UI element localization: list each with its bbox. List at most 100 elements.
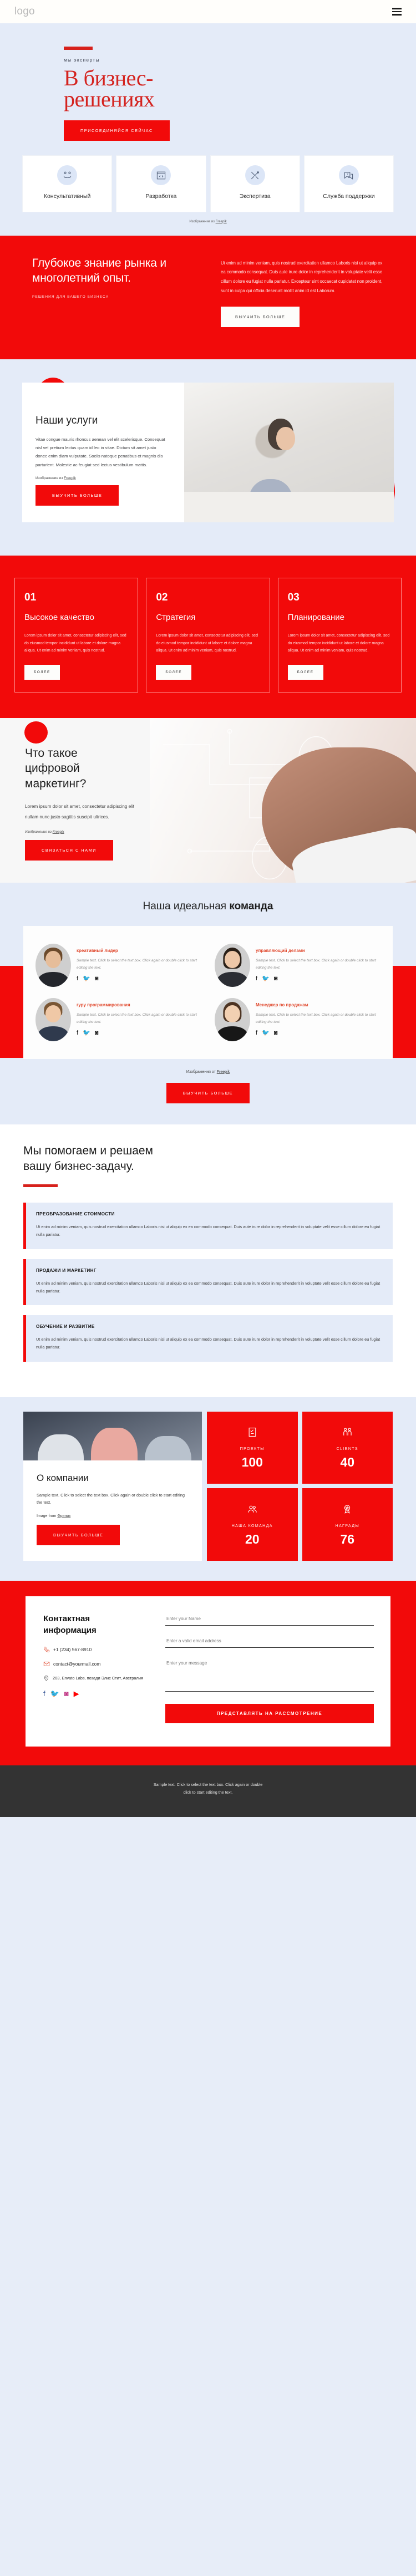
digital-cta-button[interactable]: СВЯЗАТЬСЯ С НАМИ <box>25 839 114 861</box>
support-chat-icon: ? <box>338 165 359 185</box>
hero-accent-bar <box>64 47 93 50</box>
credit-link[interactable]: Freepik <box>217 1070 230 1074</box>
stat-team: НАША КОМАНДА 20 <box>207 1488 298 1561</box>
hero-eyebrow: мы эксперты <box>64 57 100 63</box>
accordion-title: ОБУЧЕНИЕ И РАЗВИТИЕ <box>36 1324 95 1330</box>
accordion-item-sales-marketing[interactable]: ПРОДАЖИ И МАРКЕТИНГ Ut enim ad minim ven… <box>23 1259 393 1306</box>
credit-link[interactable]: Фрипик <box>57 1514 70 1518</box>
accordion-item-training-development[interactable]: ОБУЧЕНИЕ И РАЗВИТИЕ Ut enim ad minim ven… <box>23 1315 393 1362</box>
services-cta-button[interactable]: ВЫУЧИТЬ БОЛЬШЕ <box>35 485 119 506</box>
twitter-icon[interactable]: 🐦 <box>262 976 270 982</box>
hamburger-icon[interactable] <box>392 8 402 16</box>
twitter-icon[interactable]: 🐦 <box>50 1690 59 1697</box>
consulting-icon <box>57 165 78 185</box>
location-pin-icon <box>44 1676 49 1681</box>
member-desc: Sample text. Click to select the text bo… <box>256 958 376 970</box>
knowledge-title: Глубокое знание рынка и многолетний опыт… <box>32 256 166 285</box>
youtube-icon[interactable]: ▶ <box>74 1690 79 1697</box>
card-more-button[interactable]: БОЛЕЕ <box>156 664 192 680</box>
member-role: управляющий делами <box>256 948 305 953</box>
team-row: креативный лидер Sample text. Click to s… <box>29 938 387 992</box>
card-more-button[interactable]: БОЛЕЕ <box>24 664 60 680</box>
name-input[interactable] <box>165 1612 374 1626</box>
card-more-button[interactable]: БОЛЕЕ <box>287 664 323 680</box>
numbered-card: 01 Высокое качество Lorem ipsum dolor si… <box>14 578 139 693</box>
instagram-icon[interactable]: ◙ <box>95 976 99 982</box>
accordion-body: Ut enim ad minim veniam, quis nostrud ex… <box>36 1224 381 1238</box>
team-group-icon <box>247 1504 258 1518</box>
feature-card-consulting[interactable]: Консультативный <box>22 155 113 212</box>
digital-marketing-section: Что такое цифровой маркетинг? Lorem ipsu… <box>0 717 416 883</box>
digital-title: Что такое цифровой маркетинг? <box>25 746 135 791</box>
numbered-card: 02 Стратегия Lorem ipsum dolor sit amet,… <box>146 578 270 693</box>
stat-label: ПРОЕКТЫ <box>240 1445 265 1451</box>
facebook-icon[interactable]: f <box>256 1030 257 1036</box>
credit-link[interactable]: Freepik <box>64 476 76 480</box>
stat-label: CLIENTS <box>336 1445 358 1451</box>
services-photo <box>184 382 394 523</box>
member-socials: f 🐦 ◙ <box>256 976 381 982</box>
email-input[interactable] <box>165 1635 374 1648</box>
services-title: Наши услуги <box>35 414 98 426</box>
code-window-icon <box>151 165 171 185</box>
credit-link[interactable]: Freepik <box>216 220 227 223</box>
numbered-cards-section: 01 Высокое качество Lorem ipsum dolor si… <box>0 556 416 718</box>
team-member: гуру программирования Sample text. Click… <box>29 992 208 1047</box>
credit-link[interactable]: Freepik <box>53 830 64 834</box>
digital-body: Lorem ipsum dolor sit amet, consectetur … <box>25 803 135 819</box>
digital-text: Что такое цифровой маркетинг? Lorem ipsu… <box>0 718 150 883</box>
accordion-body: Ut enim ad minim veniam, quis nostrud ex… <box>36 1337 381 1350</box>
contact-phone-row[interactable]: +1 (234) 567-8910 <box>43 1646 152 1653</box>
contact-form: ПРЕДСТАВЛЯТЬ НА РАССМОТРЕНИЕ <box>165 1612 374 1723</box>
knowledge-body: Ut enim ad minim veniam, quis nostrud ex… <box>221 260 383 293</box>
instagram-icon[interactable]: ◙ <box>274 1030 278 1036</box>
knowledge-cta-button[interactable]: ВЫУЧИТЬ БОЛЬШЕ <box>221 306 300 327</box>
team-cta-button[interactable]: ВЫУЧИТЬ БОЛЬШЕ <box>166 1082 250 1103</box>
instagram-icon[interactable]: ◙ <box>64 1690 69 1697</box>
tools-icon <box>245 165 265 185</box>
about-section: О компании Sample text. Click to select … <box>0 1397 416 1581</box>
card-number: 01 <box>24 592 37 604</box>
stat-value: 100 <box>241 1454 263 1469</box>
logo[interactable]: logo <box>14 6 35 18</box>
digital-title-line3: маркетинг? <box>25 777 87 790</box>
hero-cta-button[interactable]: ПРИСОЕДИНЯЙСЯ СЕЙЧАС <box>64 120 170 141</box>
about-cta-button[interactable]: ВЫУЧИТЬ БОЛЬШЕ <box>37 1524 120 1545</box>
team-member: управляющий делами Sample text. Click to… <box>208 938 387 992</box>
landing-page: logo мы эксперты В бизнес- решениях ПРИС… <box>0 0 416 1817</box>
message-input[interactable] <box>165 1657 374 1692</box>
accordion-title: ПРОДАЖИ И МАРКЕТИНГ <box>36 1267 97 1273</box>
team-member: креативный лидер Sample text. Click to s… <box>29 938 208 992</box>
feature-card-development[interactable]: Разработка <box>116 155 206 212</box>
card-body: Lorem ipsum dolor sit amet, consectetur … <box>24 634 126 653</box>
team-title-bold: команда <box>229 900 273 912</box>
contact-address: 203, Envato Labs, позади Элис Стит, Авст… <box>53 1675 143 1681</box>
feature-label: Служба поддержки <box>323 193 375 200</box>
team-panel: креативный лидер Sample text. Click to s… <box>23 925 393 1059</box>
feature-card-expertise[interactable]: Экспертиза <box>210 155 300 212</box>
facebook-icon[interactable]: f <box>43 1690 45 1697</box>
twitter-icon[interactable]: 🐦 <box>83 976 90 982</box>
instagram-icon[interactable]: ◙ <box>274 976 278 982</box>
facebook-icon[interactable]: f <box>77 976 78 982</box>
submit-button[interactable]: ПРЕДСТАВЛЯТЬ НА РАССМОТРЕНИЕ <box>165 1703 374 1723</box>
accordion-item-value-transformation[interactable]: ПРЕОБРАЗОВАНИЕ СТОИМОСТИ Ut enim ad mini… <box>23 1203 393 1249</box>
card-title: Планирование <box>287 613 345 623</box>
member-socials: f 🐦 ◙ <box>77 976 201 982</box>
team-cta-wrap: ВЫУЧИТЬ БОЛЬШЕ <box>0 1082 416 1103</box>
services-card: Наши услуги Vitae congue mauris rhoncus … <box>22 382 394 523</box>
people-pair-icon <box>342 1427 353 1440</box>
member-socials: f 🐦 ◙ <box>256 1030 381 1036</box>
hero-title-line2: решениях <box>64 86 155 111</box>
twitter-icon[interactable]: 🐦 <box>262 1030 270 1036</box>
contact-email: contact@yourmail.com <box>53 1661 101 1667</box>
contact-email-row[interactable]: contact@yourmail.com <box>43 1661 152 1667</box>
decor-red-circle <box>24 721 48 744</box>
twitter-icon[interactable]: 🐦 <box>83 1030 90 1036</box>
instagram-icon[interactable]: ◙ <box>95 1030 99 1036</box>
card-number: 02 <box>156 592 168 604</box>
facebook-icon[interactable]: f <box>256 976 257 982</box>
feature-card-support[interactable]: ? Служба поддержки <box>303 155 394 212</box>
facebook-icon[interactable]: f <box>77 1030 78 1036</box>
digital-photo <box>150 717 416 883</box>
